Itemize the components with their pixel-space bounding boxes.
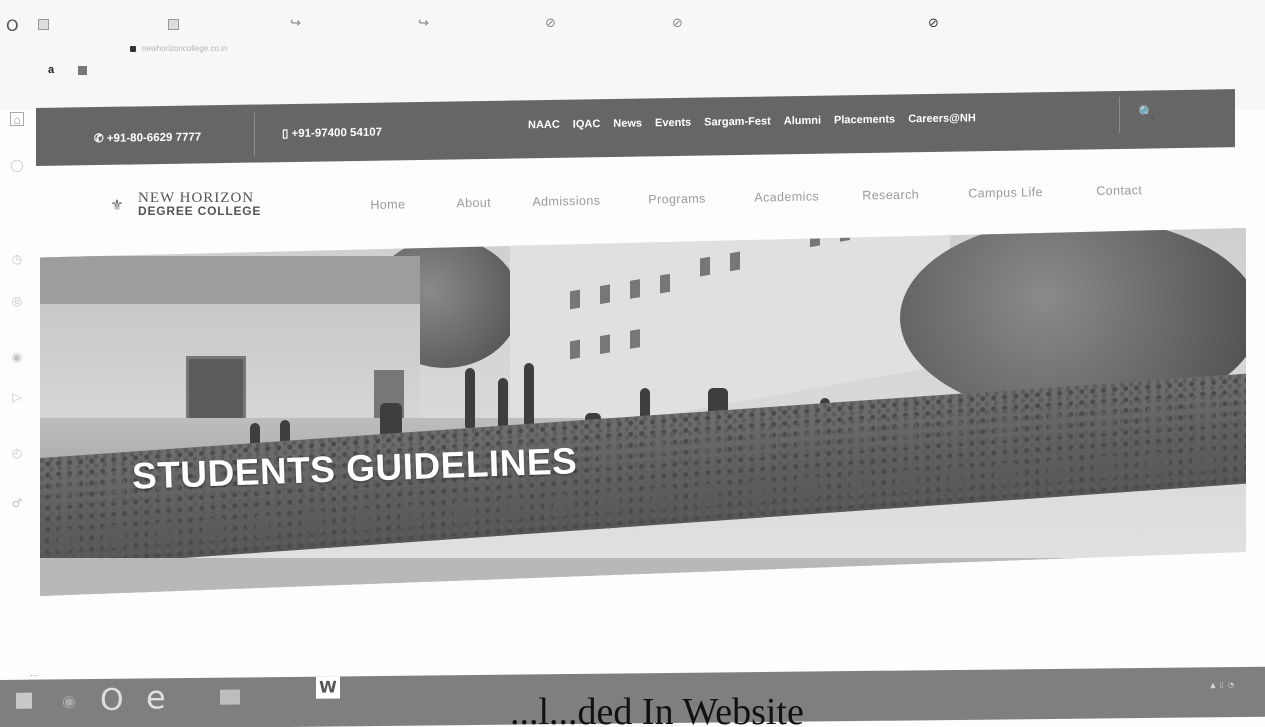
nav-research[interactable]: Research xyxy=(862,187,919,202)
internet-explorer-icon[interactable]: e xyxy=(146,678,166,716)
clock-icon[interactable]: ◷ xyxy=(10,252,24,266)
document-overlay-text: ...l...ded In Website xyxy=(510,691,804,727)
divider xyxy=(254,112,255,157)
tab-favicon-icon[interactable] xyxy=(168,19,179,30)
mobile-icon: ▯ xyxy=(282,127,292,141)
college-logo[interactable]: ⚜ NEW HORIZON DEGREE COLLEGE xyxy=(102,191,262,218)
topbar-link-iqac[interactable]: IQAC xyxy=(573,118,601,130)
pin-icon[interactable]: ♂ xyxy=(10,496,24,510)
nav-home[interactable]: Home xyxy=(370,197,405,212)
hero-banner: STUDENTS GUIDELINES xyxy=(40,228,1246,596)
address-bar[interactable]: newhorizoncollege.co.in xyxy=(40,44,740,60)
active-tab-icon[interactable]: ⊘ xyxy=(928,16,939,31)
tab-blocked-icon[interactable]: ⊘ xyxy=(672,16,683,31)
main-nav: Home About Admissions Programs Academics… xyxy=(370,169,1170,214)
opera-logo-icon[interactable]: O xyxy=(6,16,19,35)
opera-taskbar-icon[interactable]: O xyxy=(100,683,124,718)
home-icon[interactable]: ⌂ xyxy=(10,112,24,127)
ellipsis: ... xyxy=(30,668,39,679)
student-figure xyxy=(524,363,534,429)
topbar-link-naac[interactable]: NAAC xyxy=(528,119,560,131)
topbar-links: NAAC IQAC News Events Sargam-Fest Alumni… xyxy=(528,112,976,131)
nav-admissions[interactable]: Admissions xyxy=(532,194,600,209)
hero-lawn xyxy=(40,558,1246,596)
nav-academics[interactable]: Academics xyxy=(754,189,819,204)
topbar-link-sargam-fest[interactable]: Sargam-Fest xyxy=(704,115,771,128)
url-text: newhorizoncollege.co.in xyxy=(142,44,228,53)
topbar-link-placements[interactable]: Placements xyxy=(834,114,895,127)
topbar-link-alumni[interactable]: Alumni xyxy=(784,115,821,128)
divider xyxy=(1119,96,1120,133)
mobile-number[interactable]: ▯ +91-97400 54107 xyxy=(282,125,382,141)
tab-favicon-icon[interactable] xyxy=(38,19,49,30)
browser-sidebar: ⌂ ◯ ◷ ◎ ◉ ▷ ◴ ♂ xyxy=(0,110,34,580)
search-icon[interactable]: 🔍 xyxy=(1138,105,1154,120)
lock-icon xyxy=(130,45,136,52)
topbar-link-events[interactable]: Events xyxy=(655,117,691,130)
phone-number[interactable]: ✆ +91-80-6629 7777 xyxy=(94,129,201,145)
ring-icon[interactable]: ◯ xyxy=(10,158,24,172)
logo-emblem-icon: ⚜ xyxy=(110,196,124,214)
instagram-icon[interactable]: ◎ xyxy=(10,294,24,308)
bookmarks-bar: a xyxy=(48,64,91,78)
history-icon[interactable]: ◴ xyxy=(10,446,24,460)
phone-icon: ✆ xyxy=(94,132,107,146)
logo-line2: DEGREE COLLEGE xyxy=(138,204,262,218)
tab-forward-icon[interactable]: ↪ xyxy=(290,16,301,31)
circle-icon[interactable]: ◉ xyxy=(10,350,24,364)
tab-strip: O ↪ ↪ ⊘ ⊘ ⊘ xyxy=(0,14,1265,40)
tab-blocked-icon[interactable]: ⊘ xyxy=(545,16,556,31)
nav-about[interactable]: About xyxy=(456,196,491,211)
bookmark-letter[interactable]: a xyxy=(48,64,54,76)
chrome-icon[interactable]: ◉ xyxy=(62,691,76,710)
play-icon[interactable]: ▷ xyxy=(10,390,24,404)
bookmark-icon[interactable] xyxy=(78,66,88,76)
word-icon[interactable]: W xyxy=(316,676,340,699)
system-tray[interactable]: ▲ ▯ ◔ xyxy=(1210,681,1235,689)
nav-contact[interactable]: Contact xyxy=(1096,183,1142,198)
tab-forward-icon[interactable]: ↪ xyxy=(418,16,429,31)
student-figure xyxy=(465,368,475,428)
topbar-link-news[interactable]: News xyxy=(613,117,642,129)
start-icon[interactable] xyxy=(16,692,32,709)
folder-icon[interactable] xyxy=(220,689,240,705)
nav-campus-life[interactable]: Campus Life xyxy=(968,185,1043,200)
nav-programs[interactable]: Programs xyxy=(648,192,706,207)
topbar-link-careers[interactable]: Careers@NH xyxy=(908,112,976,125)
